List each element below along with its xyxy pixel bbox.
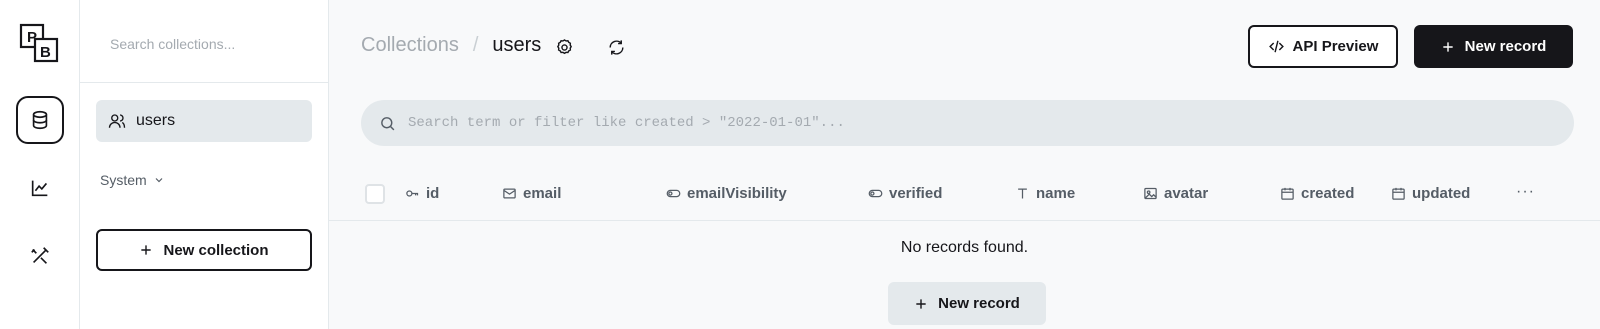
calendar-icon	[1281, 187, 1294, 200]
breadcrumb-root[interactable]: Collections	[361, 34, 459, 57]
collection-settings-button[interactable]	[551, 34, 577, 60]
sidebar-item-label: users	[136, 112, 176, 129]
nav-settings-button[interactable]	[16, 232, 64, 280]
column-label: emailVisibility	[687, 185, 787, 202]
column-label: verified	[889, 185, 943, 202]
column-label: id	[426, 185, 440, 202]
nav-logs-button[interactable]	[16, 164, 64, 212]
empty-new-record-button[interactable]: New record	[888, 282, 1046, 325]
refresh-icon	[608, 39, 624, 55]
records-search-bar	[361, 100, 1574, 146]
system-label: System	[100, 172, 147, 188]
records-table-header: id email emailVisibility verified name a…	[329, 170, 1600, 221]
breadcrumb: Collections / users	[361, 34, 541, 57]
column-header-avatar[interactable]: avatar	[1143, 185, 1208, 202]
column-label: avatar	[1164, 185, 1209, 202]
new-record-button[interactable]: New record	[1414, 25, 1573, 68]
plus-icon	[1442, 41, 1453, 52]
column-options-button[interactable]: ···	[1516, 183, 1535, 201]
column-label: email	[523, 185, 562, 202]
text-icon	[1018, 188, 1027, 199]
chevron-down-icon	[155, 178, 163, 183]
column-header-name[interactable]: name	[1015, 185, 1075, 202]
refresh-button[interactable]	[603, 34, 629, 60]
column-header-email[interactable]: email	[502, 185, 561, 202]
pocketbase-logo[interactable]: P B	[18, 22, 62, 64]
collections-search-input[interactable]	[96, 26, 312, 62]
system-collections-toggle[interactable]: System	[100, 172, 165, 188]
column-header-created[interactable]: created	[1280, 185, 1354, 202]
collections-search-area	[80, 0, 328, 83]
nav-collections-button[interactable]	[16, 96, 64, 144]
database-icon	[32, 110, 48, 130]
toggle-icon	[666, 189, 681, 198]
app-rail: P B	[0, 0, 80, 329]
tools-icon	[31, 247, 49, 264]
new-collection-button[interactable]: New collection	[96, 229, 312, 271]
calendar-icon	[1392, 187, 1405, 200]
column-label: updated	[1412, 185, 1471, 202]
main-panel: Collections / users API Preview New reco…	[329, 0, 1600, 329]
code-icon	[1268, 40, 1284, 53]
gear-icon	[556, 38, 572, 54]
empty-state-text: No records found.	[900, 239, 1029, 256]
chart-icon	[31, 180, 48, 197]
plus-icon	[916, 298, 926, 309]
search-icon	[381, 116, 395, 130]
collections-sidebar: users System New collection	[80, 0, 329, 329]
mail-icon	[503, 188, 516, 199]
column-header-id[interactable]: id	[405, 185, 439, 202]
select-all-checkbox[interactable]	[365, 184, 385, 204]
breadcrumb-separator: /	[472, 34, 479, 56]
api-preview-button[interactable]: API Preview	[1248, 25, 1398, 68]
column-header-emailvisibility[interactable]: emailVisibility	[666, 185, 787, 202]
sidebar-item-users[interactable]: users	[96, 100, 312, 142]
toggle-icon	[868, 189, 883, 198]
column-header-updated[interactable]: updated	[1391, 185, 1470, 202]
new-record-label: New record	[1464, 38, 1547, 55]
new-collection-label: New collection	[163, 241, 269, 259]
column-header-verified[interactable]: verified	[868, 185, 942, 202]
column-label: created	[1301, 185, 1355, 202]
image-icon	[1144, 187, 1157, 200]
plus-icon	[141, 245, 152, 255]
records-search-input[interactable]	[408, 115, 1574, 131]
breadcrumb-current: users	[492, 34, 542, 56]
column-label: name	[1036, 185, 1076, 202]
svg-text:P: P	[27, 29, 37, 46]
users-icon	[108, 114, 126, 128]
svg-text:B: B	[40, 44, 51, 61]
empty-new-record-label: New record	[938, 295, 1020, 312]
api-preview-label: API Preview	[1292, 38, 1379, 55]
key-icon	[406, 190, 419, 197]
